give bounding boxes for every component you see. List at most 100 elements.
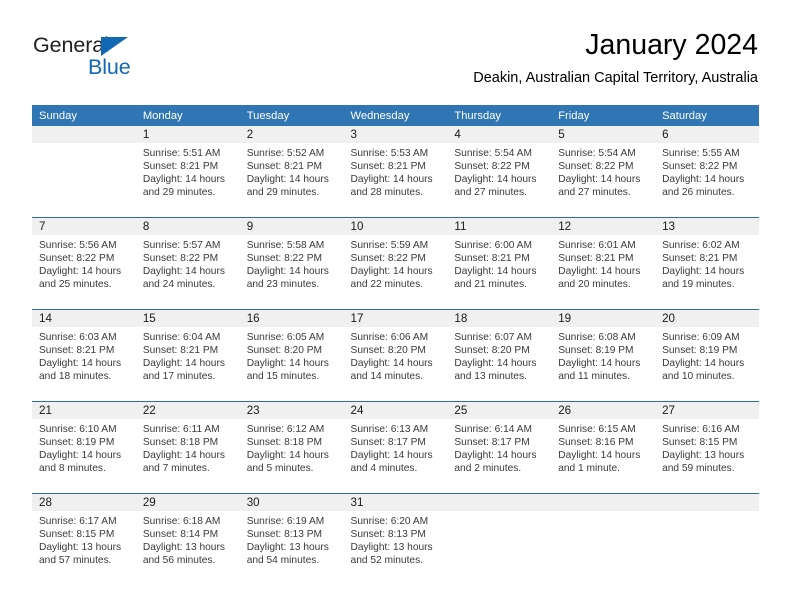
day-details: Sunrise: 5:55 AM Sunset: 8:22 PM Daylight:…: [655, 143, 759, 200]
day-cell-content: 18 Sunrise: 6:07 AM Sunset: 8:20 PM Dayligh…: [447, 310, 552, 401]
calendar-day-cell[interactable]: 17 Sunrise: 6:06 AM Sunset: 8:20 PM Dayligh…: [343, 309, 448, 402]
sunrise-time: Sunrise: 6:03 AM: [39, 332, 117, 343]
calendar-day-cell[interactable]: 16 Sunrise: 6:05 AM Sunset: 8:20 PM Dayligh…: [239, 309, 344, 402]
calendar-day-cell[interactable]: 11 Sunrise: 6:00 AM Sunset: 8:21 PM Dayligh…: [447, 217, 552, 310]
daylight-duration-line1: Daylight: 13 hours: [350, 541, 433, 553]
daylight-duration-line2: and 52 minutes.: [350, 554, 424, 566]
daylight-duration-line2: and 13 minutes.: [454, 370, 527, 382]
day-details: Sunrise: 5:52 AM Sunset: 8:21 PM Daylight:…: [240, 143, 344, 200]
calendar-day-cell[interactable]: 4 Sunrise: 5:54 AM Sunset: 8:22 PM Daylight…: [447, 126, 552, 218]
day-details: Sunrise: 6:14 AM Sunset: 8:17 PM Daylight:…: [447, 419, 551, 476]
calendar-day-cell[interactable]: 15 Sunrise: 6:04 AM Sunset: 8:21 PM Dayligh…: [135, 309, 240, 402]
daylight-duration-line2: and 22 minutes.: [350, 278, 424, 290]
calendar-day-cell[interactable]: 22 Sunrise: 6:11 AM Sunset: 8:18 PM Dayligh…: [135, 401, 240, 494]
daylight-duration-line2: and 25 minutes.: [39, 278, 112, 290]
day-number: 1: [135, 126, 240, 143]
day-cell-content: 22 Sunrise: 6:11 AM Sunset: 8:18 PM Dayligh…: [135, 402, 240, 493]
daylight-duration-line1: Daylight: 14 hours: [142, 357, 225, 369]
calendar-day-cell[interactable]: 19 Sunrise: 6:08 AM Sunset: 8:19 PM Dayligh…: [551, 309, 656, 402]
calendar-day-cell[interactable]: 31 Sunrise: 6:20 AM Sunset: 8:13 PM Dayligh…: [343, 493, 448, 585]
calendar-day-cell[interactable]: 27 Sunrise: 6:16 AM Sunset: 8:15 PM Dayligh…: [655, 401, 759, 494]
calendar-day-cell[interactable]: 14 Sunrise: 6:03 AM Sunset: 8:21 PM Dayligh…: [32, 309, 136, 402]
day-cell-content: 12 Sunrise: 6:01 AM Sunset: 8:21 PM Dayligh…: [551, 218, 656, 309]
calendar-week-row: 1 Sunrise: 5:51 AM Sunset: 8:21 PM Daylight…: [32, 126, 759, 218]
day-cell-content: 15 Sunrise: 6:04 AM Sunset: 8:21 PM Dayligh…: [135, 310, 240, 401]
day-details: Sunrise: 6:17 AM Sunset: 8:15 PM Daylight:…: [32, 511, 136, 568]
day-details: Sunrise: 6:09 AM Sunset: 8:19 PM Daylight:…: [655, 327, 759, 384]
sunset-time: Sunset: 8:19 PM: [39, 436, 115, 448]
general-blue-logo[interactable]: General Blue: [33, 33, 163, 81]
day-cell-content: 6 Sunrise: 5:55 AM Sunset: 8:22 PM Daylight…: [655, 126, 759, 217]
calendar-day-cell[interactable]: 1 Sunrise: 5:51 AM Sunset: 8:21 PM Daylight…: [135, 126, 240, 218]
sunset-time: Sunset: 8:21 PM: [558, 252, 634, 264]
calendar-day-cell[interactable]: 7 Sunrise: 5:56 AM Sunset: 8:22 PM Daylight…: [32, 217, 136, 310]
sunrise-time: Sunrise: 6:10 AM: [39, 424, 117, 435]
column-header-monday: Monday: [135, 105, 240, 126]
day-details: Sunrise: 6:01 AM Sunset: 8:21 PM Daylight:…: [551, 235, 655, 292]
daylight-duration-line2: and 4 minutes.: [350, 462, 418, 474]
day-details: Sunrise: 6:05 AM Sunset: 8:20 PM Daylight:…: [240, 327, 344, 384]
sunset-time: Sunset: 8:21 PM: [662, 252, 738, 264]
sunset-time: Sunset: 8:22 PM: [662, 160, 738, 172]
sunrise-time: Sunrise: 6:07 AM: [454, 332, 532, 343]
calendar-day-cell[interactable]: 9 Sunrise: 5:58 AM Sunset: 8:22 PM Daylight…: [239, 217, 344, 310]
calendar-day-cell[interactable]: 12 Sunrise: 6:01 AM Sunset: 8:21 PM Dayligh…: [551, 217, 656, 310]
daylight-duration-line1: Daylight: 13 hours: [142, 541, 225, 553]
day-cell-content: 13 Sunrise: 6:02 AM Sunset: 8:21 PM Dayligh…: [655, 218, 759, 309]
day-details: Sunrise: 6:18 AM Sunset: 8:14 PM Daylight:…: [136, 511, 240, 568]
day-details: Sunrise: 5:59 AM Sunset: 8:22 PM Daylight:…: [344, 235, 448, 292]
daylight-duration-line1: Daylight: 14 hours: [558, 357, 641, 369]
sunset-time: Sunset: 8:21 PM: [350, 160, 426, 172]
calendar-day-cell[interactable]: 2 Sunrise: 5:52 AM Sunset: 8:21 PM Daylight…: [239, 126, 344, 218]
sunrise-time: Sunrise: 5:53 AM: [350, 148, 429, 159]
calendar-day-cell[interactable]: 23 Sunrise: 6:12 AM Sunset: 8:18 PM Dayligh…: [239, 401, 344, 494]
calendar-day-cell[interactable]: 13 Sunrise: 6:02 AM Sunset: 8:21 PM Dayligh…: [655, 217, 759, 310]
daylight-duration-line1: Daylight: 14 hours: [454, 449, 537, 461]
calendar-day-cell[interactable]: 21 Sunrise: 6:10 AM Sunset: 8:19 PM Dayligh…: [32, 401, 136, 494]
calendar-day-cell[interactable]: 26 Sunrise: 6:15 AM Sunset: 8:16 PM Dayligh…: [551, 401, 656, 494]
calendar-body: 1 Sunrise: 5:51 AM Sunset: 8:21 PM Daylight…: [32, 126, 759, 585]
day-details: Sunrise: 5:54 AM Sunset: 8:22 PM Daylight:…: [447, 143, 551, 200]
calendar-day-cell[interactable]: 10 Sunrise: 5:59 AM Sunset: 8:22 PM Dayligh…: [343, 217, 448, 310]
sunset-time: Sunset: 8:18 PM: [142, 436, 219, 448]
day-cell-content: [32, 126, 136, 217]
daylight-duration-line1: Daylight: 14 hours: [142, 449, 225, 461]
calendar-day-cell[interactable]: 20 Sunrise: 6:09 AM Sunset: 8:19 PM Dayligh…: [655, 309, 759, 402]
column-header-tuesday: Tuesday: [239, 105, 344, 126]
logo-text-general: General: [33, 33, 109, 57]
calendar-day-cell[interactable]: 29 Sunrise: 6:18 AM Sunset: 8:14 PM Dayligh…: [135, 493, 240, 585]
calendar-day-cell[interactable]: 6 Sunrise: 5:55 AM Sunset: 8:22 PM Daylight…: [655, 126, 759, 218]
day-details: Sunrise: 5:51 AM Sunset: 8:21 PM Daylight:…: [136, 143, 240, 200]
calendar-day-cell[interactable]: 30 Sunrise: 6:19 AM Sunset: 8:13 PM Dayligh…: [239, 493, 344, 585]
daylight-duration-line1: Daylight: 13 hours: [39, 541, 122, 553]
sunset-time: Sunset: 8:21 PM: [142, 160, 219, 172]
day-number: 23: [239, 402, 344, 419]
day-cell-content: 25 Sunrise: 6:14 AM Sunset: 8:17 PM Dayligh…: [447, 402, 552, 493]
calendar-day-cell[interactable]: 8 Sunrise: 5:57 AM Sunset: 8:22 PM Daylight…: [135, 217, 240, 310]
day-details: [447, 511, 551, 516]
sunrise-time: Sunrise: 6:13 AM: [350, 424, 429, 435]
calendar-week-row: 28 Sunrise: 6:17 AM Sunset: 8:15 PM Dayligh…: [32, 493, 759, 585]
daylight-duration-line1: Daylight: 14 hours: [350, 173, 433, 185]
calendar-day-cell: [551, 493, 656, 585]
calendar-day-cell[interactable]: 25 Sunrise: 6:14 AM Sunset: 8:17 PM Dayligh…: [447, 401, 552, 494]
sunrise-time: Sunrise: 5:54 AM: [558, 148, 636, 159]
day-details: Sunrise: 6:16 AM Sunset: 8:15 PM Daylight:…: [655, 419, 759, 476]
calendar-day-cell[interactable]: 28 Sunrise: 6:17 AM Sunset: 8:15 PM Dayligh…: [32, 493, 136, 585]
daylight-duration-line1: Daylight: 14 hours: [558, 173, 641, 185]
day-cell-content: 20 Sunrise: 6:09 AM Sunset: 8:19 PM Dayligh…: [655, 310, 759, 401]
day-number: 8: [135, 218, 240, 235]
day-number: 25: [447, 402, 552, 419]
day-cell-content: 7 Sunrise: 5:56 AM Sunset: 8:22 PM Daylight…: [32, 218, 136, 309]
calendar-day-cell[interactable]: 24 Sunrise: 6:13 AM Sunset: 8:17 PM Dayligh…: [343, 401, 448, 494]
day-cell-content: 14 Sunrise: 6:03 AM Sunset: 8:21 PM Dayligh…: [32, 310, 136, 401]
day-number: [551, 494, 656, 511]
calendar-day-cell[interactable]: 3 Sunrise: 5:53 AM Sunset: 8:21 PM Daylight…: [343, 126, 448, 218]
day-number: 18: [447, 310, 552, 327]
day-number: 11: [447, 218, 552, 235]
calendar-day-cell[interactable]: 18 Sunrise: 6:07 AM Sunset: 8:20 PM Dayligh…: [447, 309, 552, 402]
calendar-day-cell[interactable]: 5 Sunrise: 5:54 AM Sunset: 8:22 PM Daylight…: [551, 126, 656, 218]
daylight-duration-line1: Daylight: 14 hours: [246, 173, 329, 185]
sunrise-sunset-calendar: Sunday Monday Tuesday Wednesday Thursday…: [32, 105, 759, 585]
calendar-week-row: 21 Sunrise: 6:10 AM Sunset: 8:19 PM Dayligh…: [32, 401, 759, 494]
